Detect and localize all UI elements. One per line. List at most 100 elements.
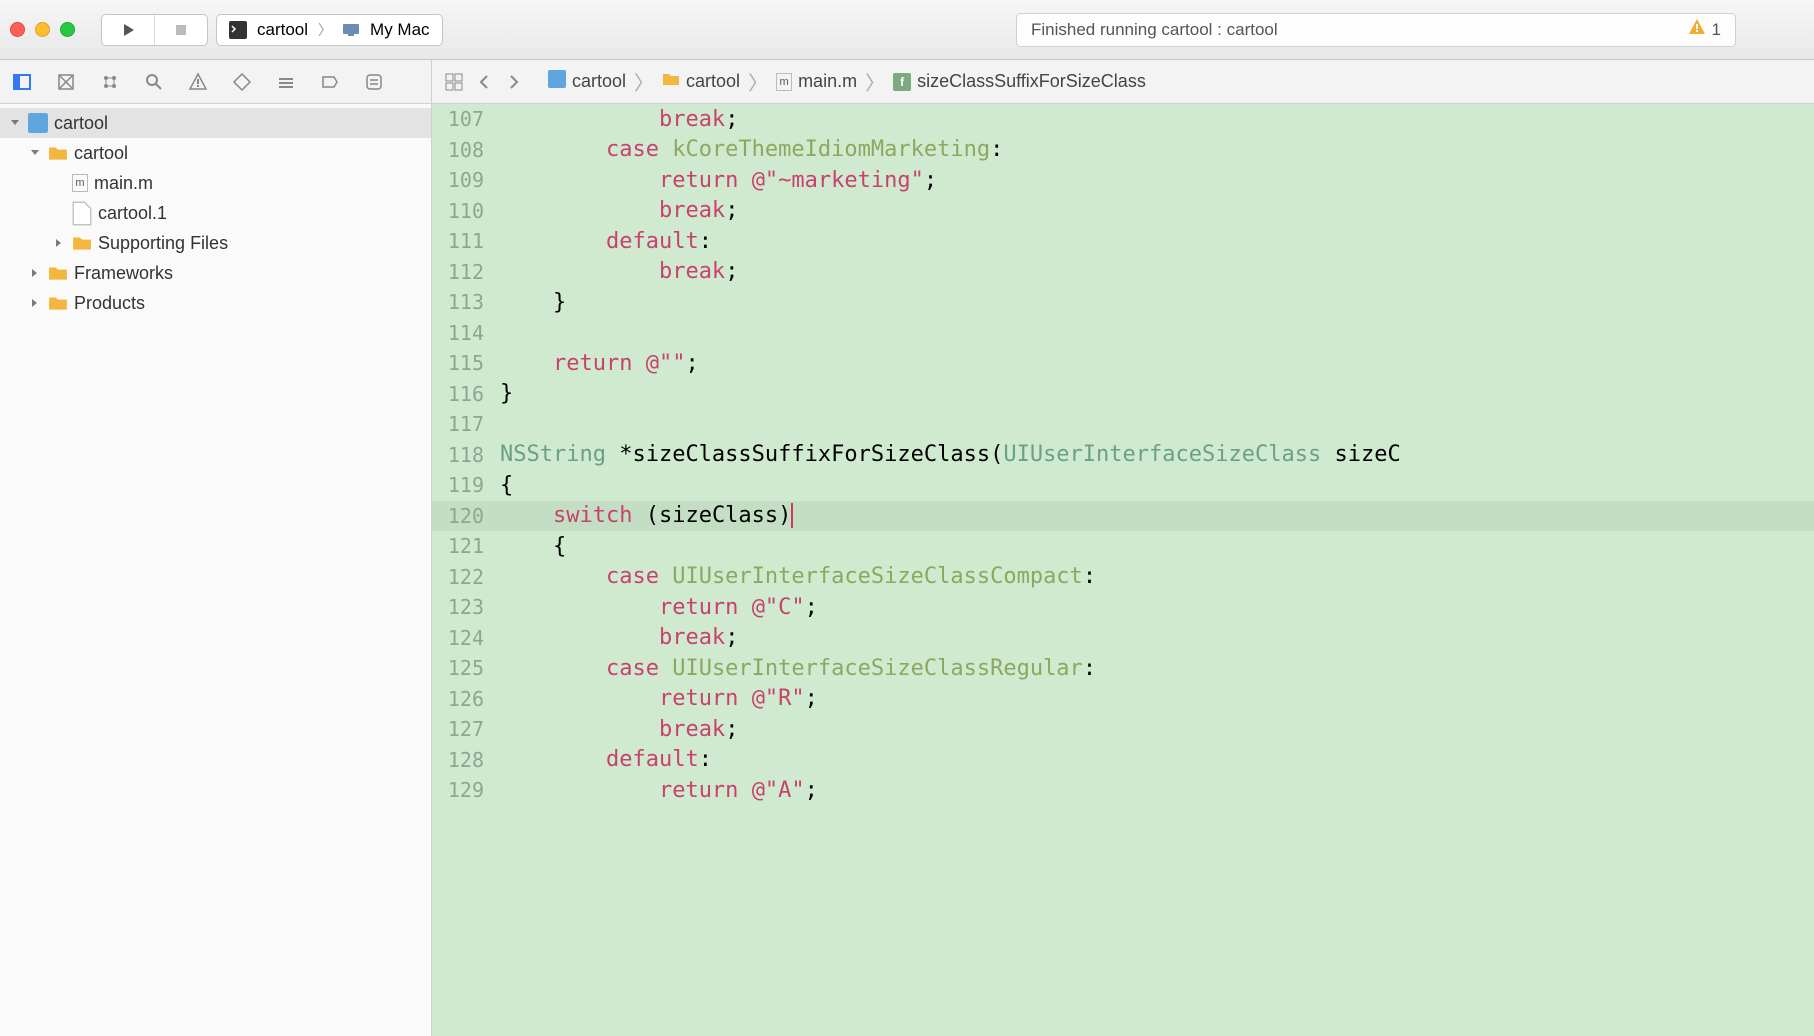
project-navigator[interactable]: cartool cartool m main.m (0, 104, 432, 1036)
code-line[interactable]: 113 } (432, 287, 1814, 318)
disclosure-triangle-open[interactable] (28, 146, 42, 160)
project-root[interactable]: cartool (0, 108, 431, 138)
code-line[interactable]: 126 return @"R"; (432, 684, 1814, 715)
symbol-navigator-tab[interactable] (96, 68, 124, 96)
scheme-selector[interactable]: cartool 〉 My Mac (216, 14, 443, 46)
main-area: cartool cartool m main.m (0, 104, 1814, 1036)
jump-project[interactable]: cartool (572, 71, 626, 92)
close-window-button[interactable] (10, 22, 25, 37)
folder-icon (48, 143, 68, 163)
zoom-window-button[interactable] (60, 22, 75, 37)
navigator-selector (0, 60, 432, 103)
code-content[interactable]: switch (sizeClass) (494, 503, 793, 528)
code-content[interactable]: } (494, 290, 566, 315)
disclosure-triangle-closed[interactable] (28, 296, 42, 310)
project-navigator-tab[interactable] (8, 68, 36, 96)
code-content[interactable]: break; (494, 259, 738, 284)
code-line[interactable]: 116} (432, 379, 1814, 410)
disclosure-triangle-closed[interactable] (28, 266, 42, 280)
code-line[interactable]: 128 default: (432, 745, 1814, 776)
code-line[interactable]: 110 break; (432, 196, 1814, 227)
tree-folder[interactable]: Products (0, 288, 431, 318)
jump-folder[interactable]: cartool (686, 71, 740, 92)
stop-button[interactable] (155, 15, 207, 45)
tab-bar: cartool 〉 cartool 〉 m main.m 〉 f sizeCla… (0, 60, 1814, 104)
function-icon: f (893, 73, 911, 91)
code-content[interactable]: { (494, 473, 513, 498)
code-content[interactable]: break; (494, 198, 738, 223)
related-items-icon[interactable] (442, 73, 466, 91)
minimize-window-button[interactable] (35, 22, 50, 37)
code-content[interactable]: return @"~marketing"; (494, 168, 937, 193)
jump-bar[interactable]: cartool 〉 cartool 〉 m main.m 〉 f sizeCla… (432, 60, 1814, 103)
code-line[interactable]: 122 case UIUserInterfaceSizeClassCompact… (432, 562, 1814, 593)
code-line[interactable]: 112 break; (432, 257, 1814, 288)
run-button[interactable] (102, 15, 155, 45)
breakpoint-navigator-tab[interactable] (316, 68, 344, 96)
folder-icon (72, 233, 92, 253)
code-content[interactable]: return @"R"; (494, 686, 818, 711)
line-number: 129 (432, 778, 494, 802)
code-line[interactable]: 119{ (432, 470, 1814, 501)
toolbar: cartool 〉 My Mac Finished running cartoo… (0, 0, 1814, 60)
tree-folder[interactable]: cartool (0, 138, 431, 168)
code-line[interactable]: 121 { (432, 531, 1814, 562)
disclosure-triangle-closed[interactable] (52, 236, 66, 250)
jump-file[interactable]: main.m (798, 71, 857, 92)
code-content[interactable]: break; (494, 107, 738, 132)
code-content[interactable]: case kCoreThemeIdiomMarketing: (494, 137, 1003, 162)
debug-navigator-tab[interactable] (272, 68, 300, 96)
issue-navigator-tab[interactable] (184, 68, 212, 96)
line-number: 117 (432, 412, 494, 436)
activity-status[interactable]: Finished running cartool : cartool 1 (1016, 13, 1736, 47)
code-content[interactable]: return @"C"; (494, 595, 818, 620)
code-content[interactable]: } (494, 381, 513, 406)
code-content[interactable]: default: (494, 229, 712, 254)
code-line[interactable]: 115 return @""; (432, 348, 1814, 379)
code-line[interactable]: 117 (432, 409, 1814, 440)
code-line[interactable]: 107 break; (432, 104, 1814, 135)
code-editor[interactable]: 107 break;108 case kCoreThemeIdiomMarket… (432, 104, 1814, 1036)
code-content[interactable]: case UIUserInterfaceSizeClassRegular: (494, 656, 1096, 681)
back-button[interactable] (472, 73, 496, 91)
code-content[interactable]: case UIUserInterfaceSizeClassCompact: (494, 564, 1096, 589)
code-content[interactable]: return @""; (494, 351, 699, 376)
report-navigator-tab[interactable] (360, 68, 388, 96)
warnings-badge[interactable]: 1 (1688, 18, 1721, 41)
code-line[interactable]: 123 return @"C"; (432, 592, 1814, 623)
code-content[interactable]: default: (494, 747, 712, 772)
chevron-right-icon: 〉 (748, 67, 768, 96)
code-line[interactable]: 118NSString *sizeClassSuffixForSizeClass… (432, 440, 1814, 471)
code-content[interactable]: break; (494, 625, 738, 650)
jump-symbol[interactable]: sizeClassSuffixForSizeClass (917, 71, 1146, 92)
code-line[interactable]: 108 case kCoreThemeIdiomMarketing: (432, 135, 1814, 166)
line-number: 112 (432, 260, 494, 284)
code-line[interactable]: 111 default: (432, 226, 1814, 257)
line-number: 116 (432, 382, 494, 406)
text-cursor (791, 503, 793, 528)
code-content[interactable]: NSString *sizeClassSuffixForSizeClass(UI… (494, 442, 1401, 467)
mac-icon (342, 21, 360, 39)
code-line[interactable]: 109 return @"~marketing"; (432, 165, 1814, 196)
code-content[interactable]: return @"A"; (494, 778, 818, 803)
code-line[interactable]: 129 return @"A"; (432, 775, 1814, 806)
stop-icon (173, 22, 189, 38)
project-icon (28, 113, 48, 133)
code-line[interactable]: 127 break; (432, 714, 1814, 745)
line-number: 113 (432, 290, 494, 314)
code-line[interactable]: 125 case UIUserInterfaceSizeClassRegular… (432, 653, 1814, 684)
code-content[interactable]: break; (494, 717, 738, 742)
tree-file[interactable]: m main.m (0, 168, 431, 198)
code-line[interactable]: 124 break; (432, 623, 1814, 654)
code-line[interactable]: 120 switch (sizeClass) (432, 501, 1814, 532)
source-control-navigator-tab[interactable] (52, 68, 80, 96)
disclosure-triangle-open[interactable] (8, 116, 22, 130)
tree-file[interactable]: cartool.1 (0, 198, 431, 228)
find-navigator-tab[interactable] (140, 68, 168, 96)
code-content[interactable]: { (494, 534, 566, 559)
tree-folder[interactable]: Supporting Files (0, 228, 431, 258)
forward-button[interactable] (502, 73, 526, 91)
test-navigator-tab[interactable] (228, 68, 256, 96)
code-line[interactable]: 114 (432, 318, 1814, 349)
tree-folder[interactable]: Frameworks (0, 258, 431, 288)
